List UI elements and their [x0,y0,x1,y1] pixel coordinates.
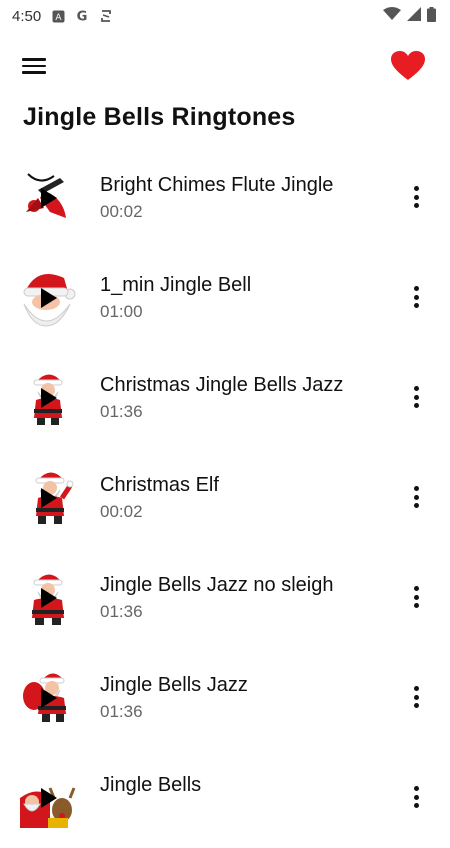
google-icon: G [75,9,89,24]
ringtone-item[interactable]: Jingle Bells Jazz no sleigh 01:36 [0,548,450,648]
ringtone-duration: 01:36 [100,702,143,721]
signal-icon [407,7,421,25]
sim-a-icon: A [51,9,65,23]
ringtone-title: Christmas Elf [100,474,219,496]
ringtone-duration: 01:36 [100,402,143,421]
play-icon[interactable] [41,388,57,408]
more-options-icon[interactable] [412,586,420,608]
bells-thumbnail [20,168,76,228]
app-bar [0,40,450,90]
more-options-icon[interactable] [412,786,420,808]
sync-icon [99,9,113,23]
ringtone-title: Bright Chimes Flute Jingle [100,174,334,196]
ringtone-duration: 01:36 [100,602,143,621]
ringtone-item[interactable]: Christmas Elf 00:02 [0,448,450,548]
ringtone-item[interactable]: 1_min Jingle Bell 01:00 [0,248,450,348]
play-icon[interactable] [41,288,57,308]
svg-text:G: G [77,9,88,24]
play-icon[interactable] [41,188,57,208]
more-options-icon[interactable] [412,486,420,508]
status-time: 4:50 [12,7,42,25]
more-options-icon[interactable] [412,286,420,308]
hamburger-menu-icon[interactable] [22,54,48,76]
santa-reindeer-thumbnail [20,768,76,828]
more-options-icon[interactable] [412,186,420,208]
ringtone-title: Jingle Bells Jazz [100,674,248,696]
status-bar: 4:50 A G [0,0,450,32]
ringtone-title: Jingle Bells Jazz no sleigh [100,574,334,596]
play-icon[interactable] [41,788,57,808]
santa-face-thumbnail [20,268,76,328]
more-options-icon[interactable] [412,386,420,408]
santa-thumbnail [20,368,76,428]
battery-icon [427,6,436,26]
wifi-icon [383,7,401,25]
ringtone-item[interactable]: Christmas Jingle Bells Jazz 01:36 [0,348,450,448]
status-right [383,6,436,26]
ringtone-item[interactable]: Bright Chimes Flute Jingle 00:02 [0,148,450,248]
ringtone-title: Christmas Jingle Bells Jazz [100,374,344,396]
ringtone-list: Bright Chimes Flute Jingle 00:02 1_min J… [0,148,450,848]
ringtone-duration: 01:00 [100,302,143,321]
play-icon[interactable] [41,488,57,508]
heart-icon[interactable] [390,50,426,82]
ringtone-item[interactable]: Jingle Bells Jazz 01:36 [0,648,450,748]
play-icon[interactable] [41,588,57,608]
more-options-icon[interactable] [412,686,420,708]
ringtone-title: 1_min Jingle Bell [100,274,252,296]
ringtone-item[interactable]: Jingle Bells [0,748,450,848]
ringtone-duration: 00:02 [100,202,143,221]
santa-waving-thumbnail [20,468,76,528]
santa-sack-thumbnail [20,668,76,728]
svg-text:A: A [55,13,62,23]
page-title: Jingle Bells Ringtones [23,103,296,131]
santa-thumbnail [20,568,76,628]
ringtone-title: Jingle Bells [100,774,202,796]
play-icon[interactable] [41,688,57,708]
status-left: 4:50 A G [12,8,113,25]
ringtone-duration: 00:02 [100,502,143,521]
